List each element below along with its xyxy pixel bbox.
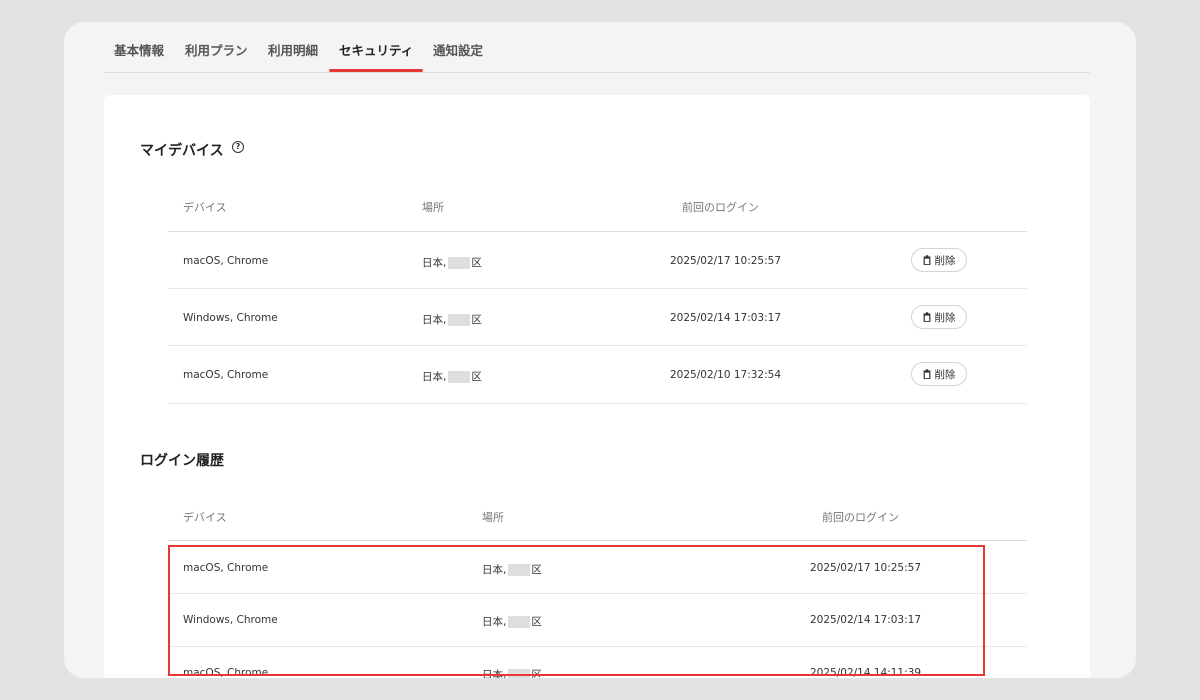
row-divider <box>168 345 1027 346</box>
location-country: 日本, <box>482 669 507 678</box>
tab-notifications[interactable]: 通知設定 <box>433 40 483 59</box>
trash-icon <box>923 312 931 322</box>
device-cell: macOS, Chrome <box>183 255 269 267</box>
login-history-header-device: デバイス <box>183 511 227 524</box>
device-cell: Windows, Chrome <box>183 312 278 324</box>
location-ward: 区 <box>471 314 482 326</box>
row-divider <box>168 403 1027 404</box>
device-cell: macOS, Chrome <box>183 369 269 381</box>
location-ward: 区 <box>471 257 482 269</box>
settings-window: 基本情報 利用プラン 利用明細 セキュリティ 通知設定 マイデバイス ? デバイ… <box>64 22 1136 678</box>
location-cell: 日本, 区 <box>482 667 542 678</box>
login-history-header-divider <box>168 540 1027 541</box>
location-ward: 区 <box>531 564 542 576</box>
my-devices-header-location: 場所 <box>422 201 444 214</box>
device-cell: macOS, Chrome <box>183 562 269 574</box>
last-login-cell: 2025/02/14 17:03:17 <box>670 312 782 324</box>
location-country: 日本, <box>422 314 447 326</box>
location-ward: 区 <box>531 669 542 678</box>
last-login-cell: 2025/02/10 17:32:54 <box>670 369 782 381</box>
delete-device-button[interactable]: 削除 <box>911 248 967 272</box>
delete-button-label: 削除 <box>934 368 956 381</box>
login-history-title: ログイン履歴 <box>140 453 224 469</box>
last-login-cell: 2025/02/17 10:25:57 <box>670 255 782 267</box>
delete-device-button[interactable]: 削除 <box>911 305 967 329</box>
location-ward: 区 <box>531 616 542 628</box>
redacted-block <box>508 615 531 628</box>
tab-basic-info[interactable]: 基本情報 <box>114 40 164 59</box>
location-cell: 日本, 区 <box>422 255 482 270</box>
question-circle-icon[interactable]: ? <box>232 141 244 153</box>
last-login-cell: 2025/02/14 17:03:17 <box>810 614 922 626</box>
location-country: 日本, <box>422 257 447 269</box>
active-tab-indicator <box>329 69 423 72</box>
location-country: 日本, <box>482 564 507 576</box>
my-devices-header-device: デバイス <box>183 201 227 214</box>
location-country: 日本, <box>482 616 507 628</box>
redacted-block <box>448 313 471 326</box>
delete-button-label: 削除 <box>934 311 956 324</box>
my-devices-header-divider <box>168 231 1027 232</box>
redacted-block <box>508 668 531 678</box>
security-card: マイデバイス ? デバイス 場所 前回のログイン macOS, Chrome 日… <box>104 95 1090 678</box>
my-devices-title: マイデバイス <box>140 143 224 159</box>
tab-bar: 基本情報 利用プラン 利用明細 セキュリティ 通知設定 <box>104 22 1090 73</box>
trash-icon <box>923 255 931 265</box>
tab-security[interactable]: セキュリティ <box>339 40 413 59</box>
device-cell: Windows, Chrome <box>183 614 278 626</box>
tab-plan[interactable]: 利用プラン <box>185 40 248 59</box>
location-ward: 区 <box>471 371 482 383</box>
redacted-block <box>448 370 471 383</box>
location-cell: 日本, 区 <box>482 614 542 629</box>
delete-button-label: 削除 <box>934 254 956 267</box>
location-cell: 日本, 区 <box>422 312 482 327</box>
my-devices-header-last-login: 前回のログイン <box>682 201 759 214</box>
location-cell: 日本, 区 <box>482 562 542 577</box>
row-divider <box>168 593 1027 594</box>
delete-device-button[interactable]: 削除 <box>911 362 967 386</box>
tab-usage-details[interactable]: 利用明細 <box>268 40 318 59</box>
location-country: 日本, <box>422 371 447 383</box>
login-history-header-last-login: 前回のログイン <box>822 511 899 524</box>
last-login-cell: 2025/02/17 10:25:57 <box>810 562 922 574</box>
last-login-cell: 2025/02/14 14:11:39 <box>810 667 922 678</box>
redacted-block <box>448 256 471 269</box>
device-cell: macOS, Chrome <box>183 667 269 678</box>
login-history-header-location: 場所 <box>482 511 504 524</box>
row-divider <box>168 646 1027 647</box>
trash-icon <box>923 369 931 379</box>
redacted-block <box>508 563 531 576</box>
row-divider <box>168 288 1027 289</box>
location-cell: 日本, 区 <box>422 369 482 384</box>
